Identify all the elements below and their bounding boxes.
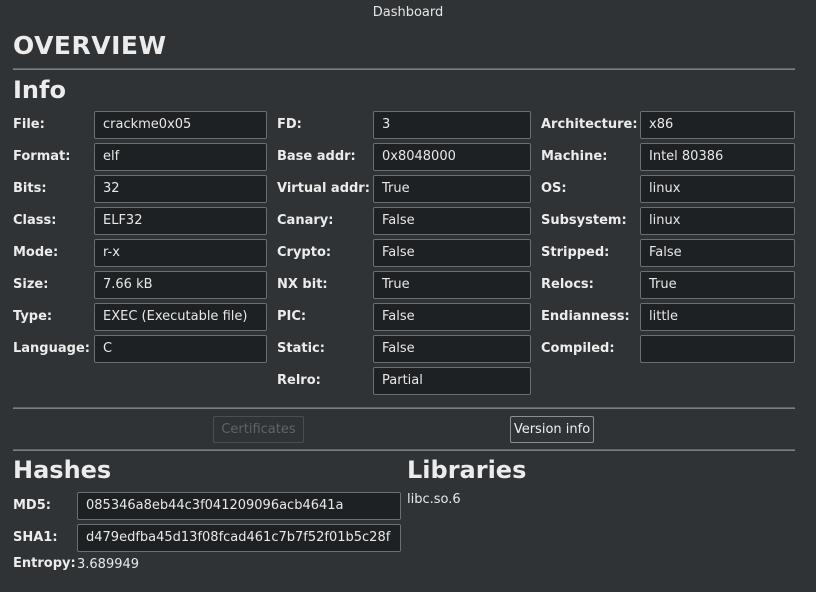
certificates-button: Certificates: [213, 416, 304, 443]
window-title: Dashboard: [372, 5, 444, 20]
field-subsystem[interactable]: linux: [640, 207, 795, 235]
field-architecture[interactable]: x86: [640, 111, 795, 139]
field-language[interactable]: C: [94, 335, 267, 363]
label-file: File:: [13, 117, 45, 132]
field-md5[interactable]: 085346a8eb44c3f041209096acb4641a: [77, 492, 401, 520]
label-virtual-addr: Virtual addr:: [277, 181, 370, 196]
field-sha1[interactable]: d479edfba45d13f08fcad461c7b7f52f01b5c28f: [77, 524, 401, 552]
field-bits[interactable]: 32: [94, 175, 267, 203]
hashes-heading: Hashes: [13, 456, 112, 484]
label-type: Type:: [13, 309, 53, 324]
field-virtual-addr[interactable]: True: [373, 175, 531, 203]
field-fd[interactable]: 3: [373, 111, 531, 139]
label-crypto: Crypto:: [277, 245, 332, 260]
label-canary: Canary:: [277, 213, 334, 228]
version-info-button[interactable]: Version info: [510, 416, 594, 443]
entropy-value: 3.689949: [77, 557, 140, 572]
label-compiled: Compiled:: [541, 341, 615, 356]
field-endianness[interactable]: little: [640, 303, 795, 331]
label-architecture: Architecture:: [541, 117, 638, 132]
label-endianness: Endianness:: [541, 309, 630, 324]
label-sha1: SHA1:: [13, 530, 58, 545]
field-size[interactable]: 7.66 kB: [94, 271, 267, 299]
field-class[interactable]: ELF32: [94, 207, 267, 235]
label-subsystem: Subsystem:: [541, 213, 627, 228]
label-relro: Relro:: [277, 373, 321, 388]
label-class: Class:: [13, 213, 57, 228]
field-stripped[interactable]: False: [640, 239, 795, 267]
label-pic: PIC:: [277, 309, 307, 324]
label-size: Size:: [13, 277, 49, 292]
label-md5: MD5:: [13, 498, 51, 513]
field-type[interactable]: EXEC (Executable file): [94, 303, 267, 331]
label-os: OS:: [541, 181, 567, 196]
label-relocs: Relocs:: [541, 277, 594, 292]
field-static[interactable]: False: [373, 335, 531, 363]
field-pic[interactable]: False: [373, 303, 531, 331]
label-bits: Bits:: [13, 181, 47, 196]
field-compiled[interactable]: [640, 335, 795, 363]
field-mode[interactable]: r-x: [94, 239, 267, 267]
field-os[interactable]: linux: [640, 175, 795, 203]
info-heading: Info: [13, 76, 66, 104]
field-machine[interactable]: Intel 80386: [640, 143, 795, 171]
label-machine: Machine:: [541, 149, 608, 164]
label-static: Static:: [277, 341, 325, 356]
divider-middle: [13, 407, 795, 409]
label-base-addr: Base addr:: [277, 149, 356, 164]
field-relocs[interactable]: True: [640, 271, 795, 299]
field-file[interactable]: crackme0x05: [94, 111, 267, 139]
divider-top: [13, 68, 795, 70]
label-language: Language:: [13, 341, 90, 356]
overview-heading: OVERVIEW: [13, 31, 167, 60]
field-canary[interactable]: False: [373, 207, 531, 235]
field-format[interactable]: elf: [94, 143, 267, 171]
libraries-heading: Libraries: [407, 456, 527, 484]
field-base-addr[interactable]: 0x8048000: [373, 143, 531, 171]
label-mode: Mode:: [13, 245, 59, 260]
label-fd: FD:: [277, 117, 302, 132]
field-nx-bit[interactable]: True: [373, 271, 531, 299]
field-relro[interactable]: Partial: [373, 367, 531, 395]
label-format: Format:: [13, 149, 71, 164]
label-nx-bit: NX bit:: [277, 277, 328, 292]
divider-bottom: [13, 449, 795, 451]
library-item[interactable]: libc.so.6: [407, 492, 461, 507]
label-stripped: Stripped:: [541, 245, 610, 260]
label-entropy: Entropy:: [13, 556, 76, 571]
field-crypto[interactable]: False: [373, 239, 531, 267]
